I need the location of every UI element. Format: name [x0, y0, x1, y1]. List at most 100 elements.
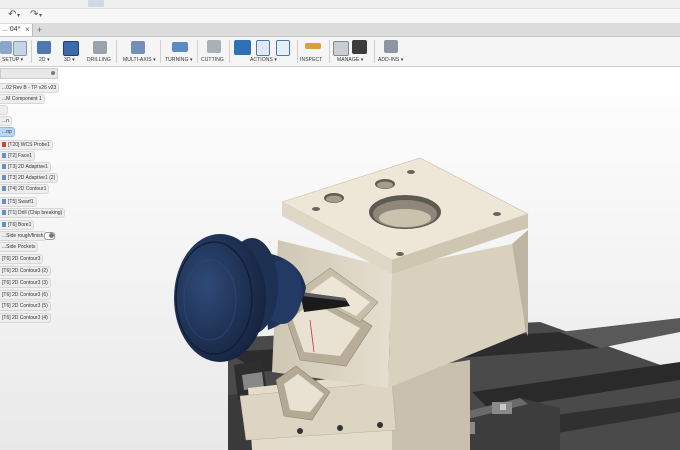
tree-item-label: ...op [2, 129, 12, 135]
adaptive-icon [2, 175, 6, 180]
tree-item-operation[interactable]: [T6] 2D Contour3 [0, 254, 44, 264]
title-bar [0, 0, 680, 9]
tree-item-operation[interactable]: [T2] Face1 [0, 151, 35, 161]
tree-item-label: [T6] 2D Contour3 (6) [2, 292, 48, 298]
tree-item-operation[interactable]: [T20] WCS Probe1 [0, 140, 53, 150]
tree-item-operation[interactable]: [T1] Drill (Chip breaking) [0, 208, 66, 218]
tree-item-operation[interactable]: [T3] 2D Adaptive1 (2) [0, 173, 59, 183]
ribbon-separator [116, 40, 117, 63]
measure-icon [305, 43, 321, 49]
inspect-label: INSPECT [300, 57, 323, 63]
face-icon [2, 153, 6, 158]
ribbon-separator [374, 40, 375, 63]
tree-item-label: [T6] Bore1 [8, 222, 32, 228]
tree-item-label: [T6] 2D Contour3 [2, 256, 41, 262]
pin-icon[interactable] [51, 71, 55, 75]
manage-button[interactable]: MANAGE ▾ [332, 37, 372, 66]
tree-item-operation[interactable]: [T6] 2D Contour3 (6) [0, 290, 51, 300]
tree-item-blank[interactable] [0, 105, 8, 115]
document-tab-label: ... 04* [2, 26, 21, 33]
add-ins-label: ADD-INS ▾ [378, 57, 404, 63]
cutting-icon [207, 40, 221, 53]
tree-item-operation[interactable]: [T3] 2D Adaptive1 [0, 162, 51, 172]
simulate-icon [234, 40, 251, 55]
tree-item-operation[interactable]: [T6] 2D Contour3 (4) [0, 313, 51, 323]
browser-panel-header[interactable] [0, 68, 58, 79]
cutting-button[interactable]: CUTTING [200, 37, 226, 66]
tree-item-operation[interactable]: [T4] 2D Contour1 [0, 184, 50, 194]
tree-item-operation[interactable]: [T5] Swarf1 [0, 197, 37, 207]
tree-item-document[interactable]: ...02 Rev B - TP v26 v23 [0, 83, 60, 93]
inspect-button[interactable]: INSPECT [300, 37, 326, 66]
undo-arrow-icon[interactable]: ↶ [8, 9, 16, 20]
probe-icon [2, 142, 6, 147]
3d-viewport[interactable] [0, 67, 680, 450]
tree-item-label: [T5] Swarf1 [8, 199, 34, 205]
tree-item-label: [T4] 2D Contour1 [8, 186, 47, 192]
tree-item-label: [T6] 2D Contour3 (4) [2, 315, 48, 321]
actions-button[interactable]: ACTIONS ▾ [232, 37, 294, 66]
tree-item-setup[interactable]: ...op [0, 127, 15, 137]
ribbon-toolbar: SETUP ▾ 2D ▾ 3D ▾ DRILLING MULTI-AXIS ▾ … [0, 37, 680, 67]
tree-item-n[interactable]: ...n [0, 116, 12, 126]
turning-label: TURNING ▾ [165, 57, 193, 63]
bore-icon [2, 222, 6, 227]
multi-axis-label: MULTI-AXIS ▾ [123, 57, 156, 63]
manage-label: MANAGE ▾ [337, 57, 364, 63]
ribbon-separator [160, 40, 161, 63]
turning-button[interactable]: TURNING ▾ [164, 37, 194, 66]
tree-item-operation[interactable]: [T6] 2D Contour3 (2) [0, 266, 51, 276]
ribbon-separator [197, 40, 198, 63]
add-ins-icon [384, 40, 398, 53]
setup-sheet-icon [276, 40, 290, 56]
quick-access-toolbar: ↶ ▾ ↷ ▾ [0, 9, 680, 23]
tree-item-folder[interactable]: ...Side Pockets [0, 242, 39, 252]
chevron-down-icon[interactable]: ▾ [39, 12, 42, 19]
3d-toolpath-icon [63, 41, 79, 56]
tree-item-component[interactable]: ...M Component 1 [0, 94, 45, 104]
tree-item-label: [T3] 2D Adaptive1 (2) [8, 175, 56, 181]
tree-item-label: ...Side Pockets [2, 244, 36, 250]
close-icon[interactable]: × [25, 24, 30, 36]
turning-icon [172, 42, 188, 52]
multi-axis-button[interactable]: MULTI-AXIS ▾ [120, 37, 156, 66]
post-process-icon [256, 40, 270, 56]
tree-item-operation[interactable]: [T6] 2D Contour3 (5) [0, 301, 51, 311]
ribbon-separator [31, 40, 32, 63]
adaptive-icon [2, 164, 6, 169]
3d-label: 3D ▾ [64, 57, 75, 63]
tree-item-label: ...n [2, 118, 9, 124]
setup-label: SETUP ▾ [2, 57, 24, 63]
setup-button[interactable]: SETUP ▾ [0, 37, 30, 66]
template-icon [352, 40, 367, 54]
actions-label: ACTIONS ▾ [250, 57, 278, 63]
setup-icon [0, 41, 12, 54]
chevron-down-icon[interactable]: ▾ [17, 12, 20, 19]
ribbon-separator [297, 40, 298, 63]
tree-item-label: [T3] 2D Adaptive1 [8, 164, 48, 170]
redo-arrow-icon[interactable]: ↷ [30, 9, 38, 20]
document-tab-bar: ... 04* × + [0, 23, 680, 37]
window-controls[interactable] [88, 0, 104, 7]
tree-item-label: ...Side rough/finish [2, 233, 44, 239]
visibility-toggle[interactable] [44, 232, 55, 240]
tree-item-label: [T6] 2D Contour3 (3) [2, 280, 48, 286]
tree-item-label: ...M Component 1 [2, 96, 42, 102]
cutting-label: CUTTING [201, 57, 224, 63]
tree-item-label: [T20] WCS Probe1 [8, 142, 50, 148]
add-ins-button[interactable]: ADD-INS ▾ [377, 37, 407, 66]
swarf-icon [2, 199, 6, 204]
3d-button[interactable]: 3D ▾ [60, 37, 82, 66]
ribbon-separator [229, 40, 230, 63]
tree-item-operation[interactable]: [T6] 2D Contour3 (3) [0, 278, 51, 288]
tree-item-label: [T6] 2D Contour3 (5) [2, 303, 48, 309]
tree-item-folder[interactable]: ...Side rough/finish [0, 231, 47, 241]
2d-button[interactable]: 2D ▾ [34, 37, 54, 66]
tree-item-operation[interactable]: [T6] Bore1 [0, 220, 35, 230]
drilling-button[interactable]: DRILLING [86, 37, 112, 66]
add-tab-button[interactable]: + [37, 24, 42, 36]
multi-axis-icon [131, 41, 145, 54]
contour-icon [2, 186, 6, 191]
stock-icon [13, 41, 27, 56]
drill-icon [93, 41, 107, 54]
